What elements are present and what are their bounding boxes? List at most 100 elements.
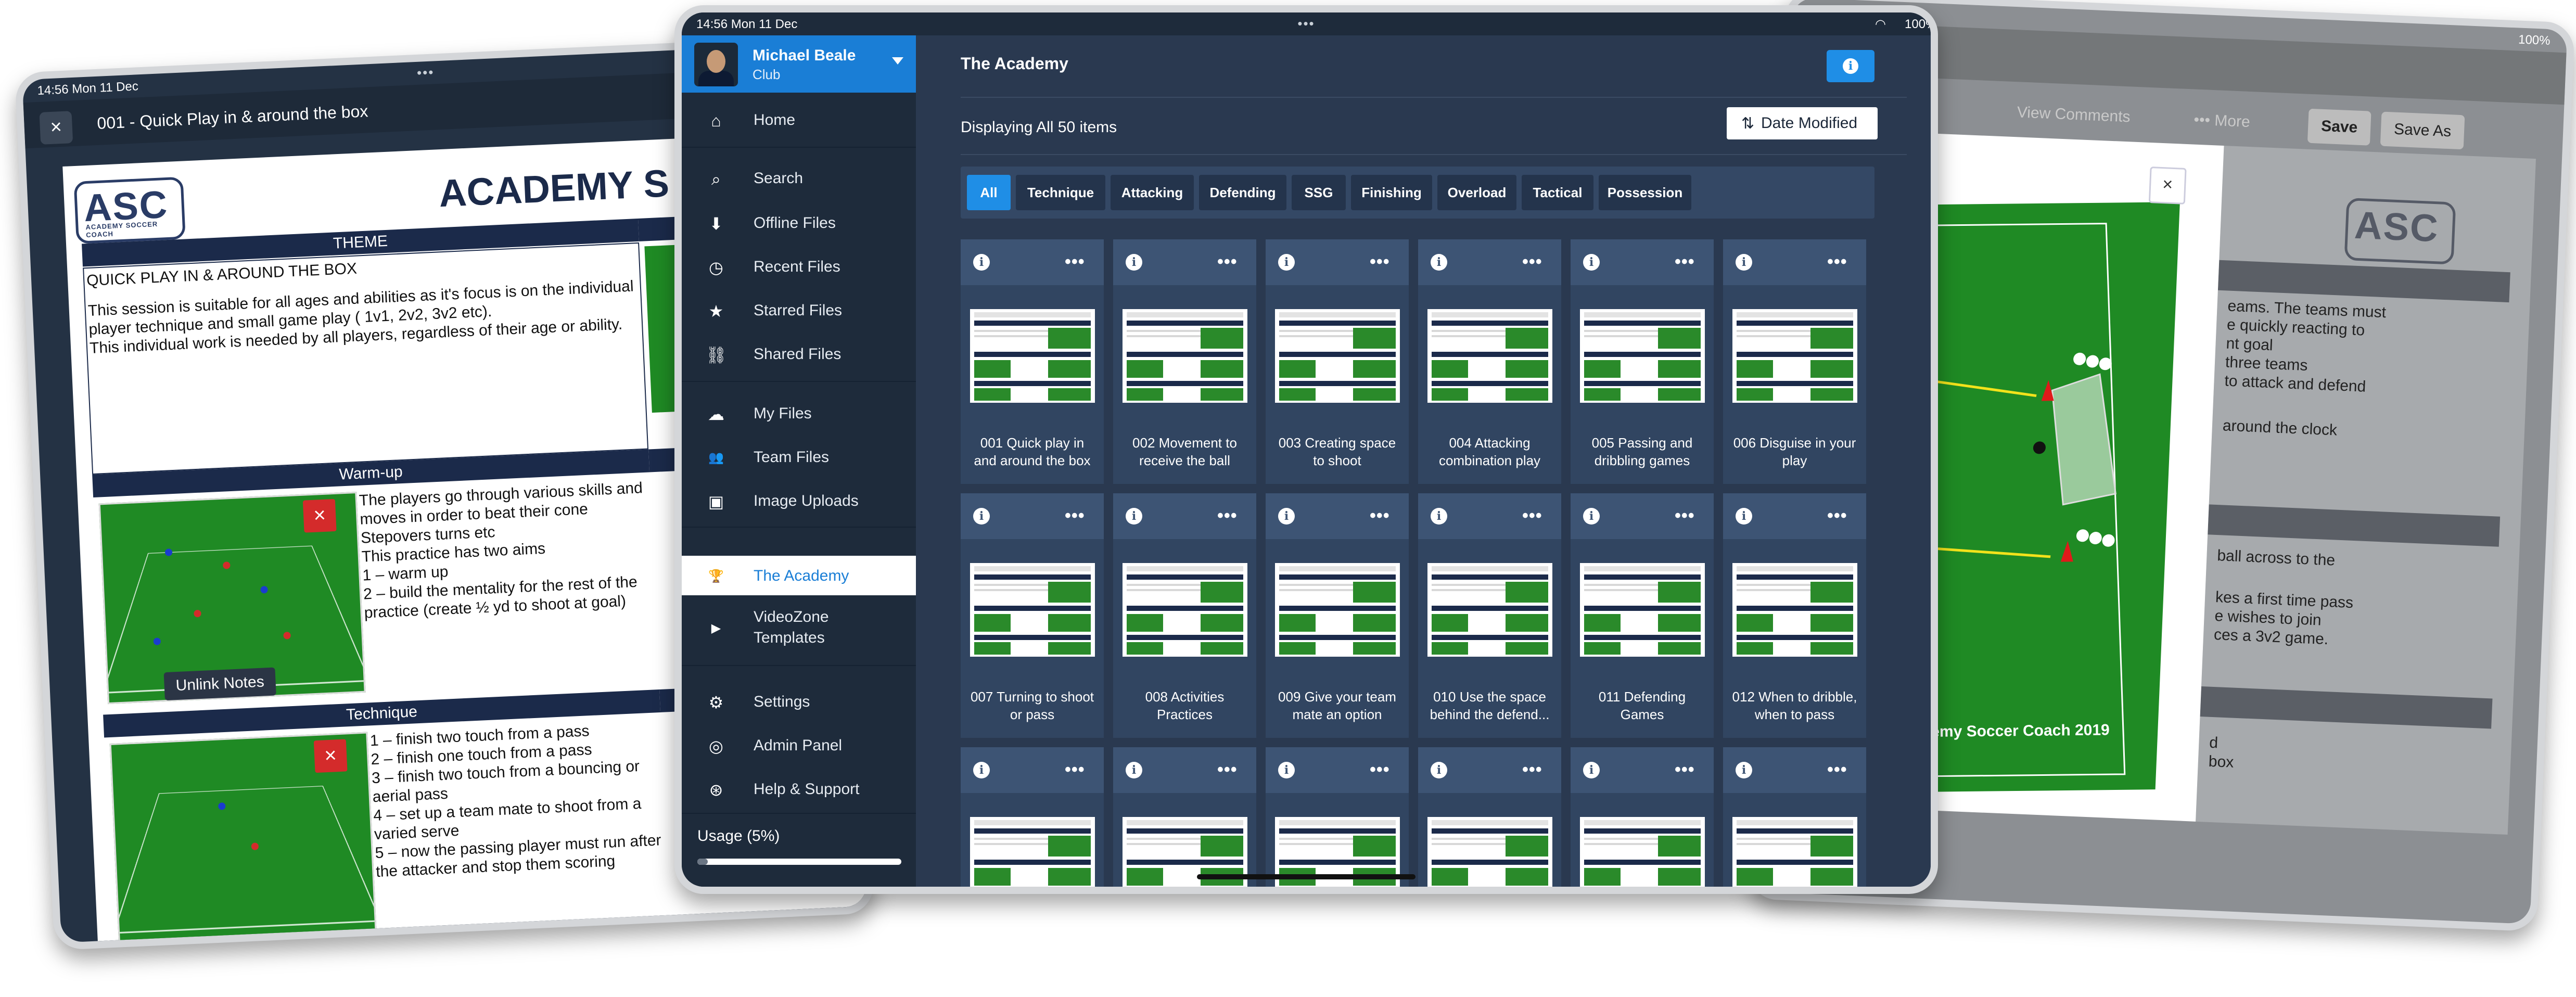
sidebar-item-my-files[interactable]: ☁ My Files — [682, 393, 916, 433]
file-card[interactable]: i ••• — [1418, 747, 1561, 887]
sort-button[interactable]: ⇅ Date Modified — [1727, 107, 1878, 139]
sidebar-item-search[interactable]: ⌕ Search — [682, 158, 916, 198]
info-icon[interactable]: i — [1583, 762, 1600, 778]
remove-notes-button[interactable]: × — [313, 739, 348, 773]
sidebar-item-image-uploads[interactable]: ▣ Image Uploads — [682, 481, 916, 520]
info-icon[interactable]: i — [1278, 254, 1295, 271]
save-as-button[interactable]: Save As — [2380, 111, 2465, 150]
file-card[interactable]: i ••• 008 Activities Practices — [1113, 493, 1256, 738]
sidebar-item-admin-panel[interactable]: ◎ Admin Panel — [682, 725, 916, 765]
sidebar-item-recent-files[interactable]: ◷ Recent Files — [682, 247, 916, 286]
file-thumbnail — [1123, 563, 1247, 657]
info-button[interactable]: i — [1827, 50, 1874, 82]
file-card[interactable]: i ••• 007 Turning to shoot or pass — [961, 493, 1104, 738]
file-card[interactable]: i ••• — [1113, 747, 1256, 887]
info-icon[interactable]: i — [973, 508, 990, 525]
file-card[interactable]: i ••• 012 When to dribble, when to pass — [1723, 493, 1866, 738]
info-icon[interactable]: i — [1431, 254, 1447, 271]
info-icon[interactable]: i — [973, 762, 990, 778]
filter-chip-tactical[interactable]: Tactical — [1522, 175, 1593, 210]
remove-notes-button[interactable]: × — [302, 498, 337, 533]
info-icon[interactable]: i — [1583, 508, 1600, 525]
more-options-icon[interactable]: ••• — [1370, 760, 1390, 780]
more-options-icon[interactable]: ••• — [1370, 506, 1390, 526]
filter-chip-attacking[interactable]: Attacking — [1111, 175, 1194, 210]
more-options-icon[interactable]: ••• — [1675, 506, 1695, 526]
sidebar-item-settings[interactable]: ⚙ Settings — [682, 682, 916, 721]
info-icon[interactable]: i — [1126, 508, 1142, 525]
main-content: The Academy i Displaying All 50 items ⇅ … — [916, 35, 1931, 887]
filter-chip-defending[interactable]: Defending — [1199, 175, 1286, 210]
file-card[interactable]: i ••• 011 Defending Games — [1571, 493, 1714, 738]
file-card[interactable]: i ••• 005 Passing and dribbling games — [1571, 239, 1714, 484]
filter-chip-possession[interactable]: Possession — [1599, 175, 1691, 210]
info-icon[interactable]: i — [973, 254, 990, 271]
file-card[interactable]: i ••• — [1571, 747, 1714, 887]
info-icon[interactable]: i — [1736, 508, 1752, 525]
more-options-icon[interactable]: ••• — [1217, 506, 1238, 526]
more-button[interactable]: ••• More — [2194, 111, 2250, 132]
file-card[interactable]: i ••• — [961, 747, 1104, 887]
save-button[interactable]: Save — [2307, 108, 2371, 146]
file-card[interactable]: i ••• 009 Give your team mate an option — [1266, 493, 1409, 738]
info-icon[interactable]: i — [1431, 762, 1447, 778]
more-options-icon[interactable]: ••• — [1370, 252, 1390, 272]
more-options-icon[interactable]: ••• — [1217, 760, 1238, 780]
file-card[interactable]: i ••• — [1266, 747, 1409, 887]
more-options-icon[interactable]: ••• — [1675, 760, 1695, 780]
thumb-pitch — [1737, 868, 1773, 886]
info-icon[interactable]: i — [1736, 762, 1752, 778]
close-modal-button[interactable]: × — [2148, 167, 2187, 204]
more-options-icon[interactable]: ••• — [1065, 252, 1085, 272]
sidebar-item-help-support[interactable]: ⊛ Help & Support — [682, 769, 916, 809]
sidebar-item-offline-files[interactable]: ⬇ Offline Files — [682, 203, 916, 242]
filter-chip-all[interactable]: All — [967, 175, 1011, 210]
more-options-icon[interactable]: ••• — [1827, 252, 1847, 272]
file-card[interactable]: i ••• — [1723, 747, 1866, 887]
sidebar-item-home[interactable]: ⌂ Home — [682, 100, 916, 139]
thumb-header — [1279, 566, 1396, 571]
info-icon[interactable]: i — [1126, 762, 1142, 778]
more-options-icon[interactable]: ••• — [1827, 506, 1847, 526]
info-icon[interactable]: i — [1431, 508, 1447, 525]
file-card[interactable]: i ••• 003 Creating space to shoot — [1266, 239, 1409, 484]
profile-switcher[interactable]: Michael Beale Club — [682, 35, 916, 93]
info-icon[interactable]: i — [1126, 254, 1142, 271]
more-options-icon[interactable]: ••• — [1827, 760, 1847, 780]
asc-logo: ASC — [2344, 197, 2456, 265]
sidebar-item-shared-files[interactable]: ⛓ Shared Files — [682, 334, 916, 374]
file-card[interactable]: i ••• 001 Quick play in and around the box — [961, 239, 1104, 484]
filter-chip-overload[interactable]: Overload — [1437, 175, 1516, 210]
more-options-icon[interactable]: ••• — [1522, 760, 1542, 780]
more-options-icon[interactable]: ••• — [1065, 760, 1085, 780]
brain-icon: ◎ — [709, 737, 723, 756]
more-options-icon[interactable]: ••• — [1217, 252, 1238, 272]
sidebar-item-starred-files[interactable]: ★ Starred Files — [682, 290, 916, 330]
info-icon[interactable]: i — [1278, 762, 1295, 778]
sidebar-item-team-files[interactable]: 👥 Team Files — [682, 437, 916, 477]
file-card[interactable]: i ••• 010 Use the space behind the defend..… — [1418, 493, 1561, 738]
sidebar-item-videozone-templates[interactable]: ▶ VideoZone Templates — [682, 602, 916, 654]
unlink-notes-button[interactable]: Unlink Notes — [163, 667, 276, 701]
file-card[interactable]: i ••• 006 Disguise in your play — [1723, 239, 1866, 484]
more-options-icon[interactable]: ••• — [1065, 506, 1085, 526]
thumb-pitch — [1201, 360, 1243, 378]
multitask-dots-icon[interactable]: ••• — [1297, 16, 1315, 32]
view-comments-button[interactable]: View Comments — [2017, 104, 2131, 126]
more-options-icon[interactable]: ••• — [1522, 252, 1542, 272]
info-icon[interactable]: i — [1736, 254, 1752, 271]
filter-chip-ssg[interactable]: SSG — [1292, 175, 1346, 210]
filter-chip-finishing[interactable]: Finishing — [1351, 175, 1432, 210]
filter-chip-technique[interactable]: Technique — [1016, 175, 1105, 210]
file-card[interactable]: i ••• 004 Attacking combination play — [1418, 239, 1561, 484]
thumb-band — [1584, 321, 1701, 326]
sidebar-item-the-academy[interactable]: 🏆 The Academy — [682, 556, 916, 595]
close-document-button[interactable]: × — [39, 111, 73, 145]
asc-logo: ASC ACADEMY SOCCER COACH — [73, 176, 186, 244]
more-options-icon[interactable]: ••• — [1522, 506, 1542, 526]
info-icon[interactable]: i — [1583, 254, 1600, 271]
multitask-dots-icon[interactable]: ••• — [416, 64, 435, 81]
more-options-icon[interactable]: ••• — [1675, 252, 1695, 272]
info-icon[interactable]: i — [1278, 508, 1295, 525]
file-card[interactable]: i ••• 002 Movement to receive the ball — [1113, 239, 1256, 484]
